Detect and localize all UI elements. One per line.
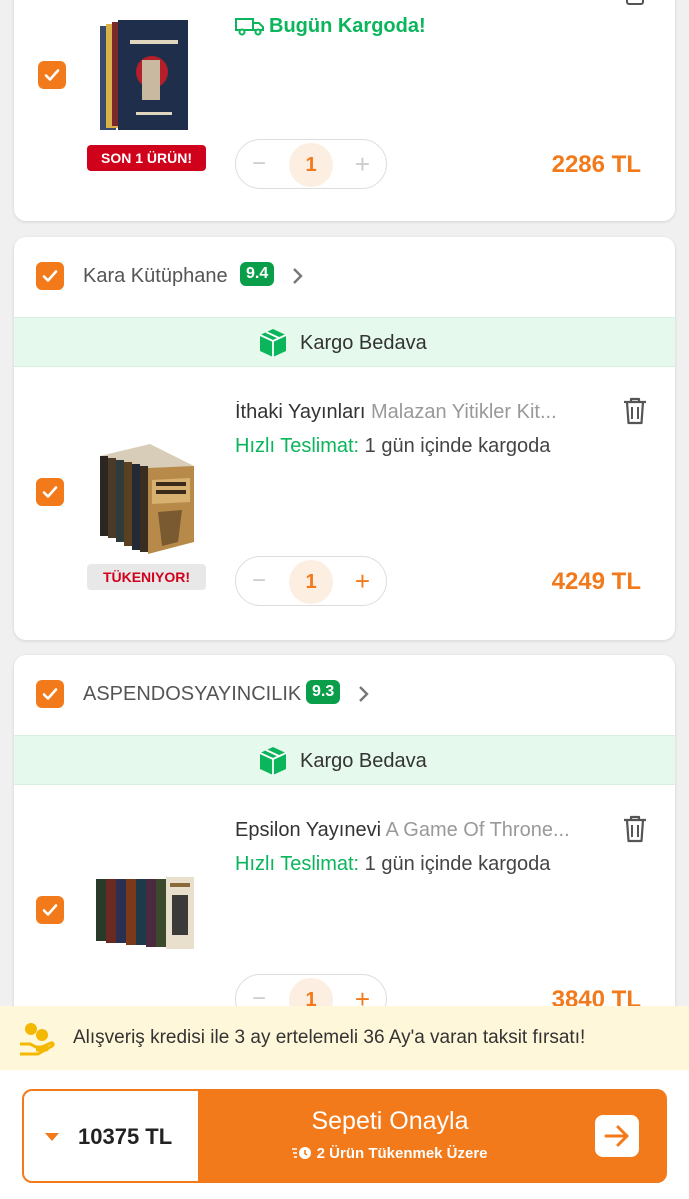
trash-icon[interactable] xyxy=(622,814,648,844)
chevron-right-icon[interactable] xyxy=(288,263,308,289)
confirm-cart-button[interactable]: Sepeti Onayla 2 Ürün Tükenmek Üzere xyxy=(198,1089,667,1183)
package-icon xyxy=(259,329,287,357)
delivery-label: Hızlı Teslimat: xyxy=(235,853,360,875)
checkout-bar: 10375 TL Sepeti Onayla 2 Ürün Tükenmek Ü… xyxy=(0,1070,689,1199)
seller-checkbox[interactable] xyxy=(36,680,64,708)
cart-total: 10375 TL xyxy=(78,1124,173,1149)
decrease-button[interactable]: − xyxy=(252,567,266,595)
check-icon xyxy=(42,904,58,916)
shipping-banner-label: Kargo Bedava xyxy=(300,332,427,354)
product-image[interactable] xyxy=(94,875,196,951)
shipping-note: Bugün Kargoda! xyxy=(235,15,426,38)
truck-icon xyxy=(235,18,264,36)
stock-badge: SON 1 ÜRÜN! xyxy=(87,145,206,171)
check-icon xyxy=(42,688,58,700)
quantity-value[interactable]: 1 xyxy=(289,143,333,187)
clock-icon xyxy=(292,1147,312,1159)
product-image[interactable] xyxy=(100,20,192,136)
item-price: 4249 TL xyxy=(551,568,641,595)
arrow-right-icon xyxy=(595,1115,639,1157)
seller-checkbox[interactable] xyxy=(36,262,64,290)
confirm-button-label: Sepeti Onayla xyxy=(311,1107,469,1135)
product-brand: Epsilon Yayınevi xyxy=(235,819,382,841)
seller-name[interactable]: Kara Kütüphane xyxy=(83,265,228,288)
chevron-right-icon[interactable] xyxy=(354,681,374,707)
item-checkbox[interactable] xyxy=(36,896,64,924)
check-icon xyxy=(44,69,60,81)
quantity-stepper: − 1 + xyxy=(235,556,387,606)
stock-warning: 2 Ürün Tükenmek Üzere xyxy=(198,1145,582,1162)
item-price: 2286 TL xyxy=(551,151,641,178)
free-shipping-banner: Kargo Bedava xyxy=(14,317,675,367)
delivery-text: 1 gün içinde kargoda xyxy=(364,853,551,875)
shipping-banner-label: Kargo Bedava xyxy=(300,750,427,772)
increase-button[interactable]: + xyxy=(355,567,370,595)
decrease-button[interactable]: − xyxy=(252,150,266,178)
product-name: A Game Of Throne... xyxy=(385,819,570,841)
caret-down-icon xyxy=(45,1133,59,1141)
product-brand: İthaki Yayınları xyxy=(235,401,366,423)
order-summary-toggle[interactable]: 10375 TL xyxy=(22,1089,202,1183)
check-icon xyxy=(42,486,58,498)
trash-icon[interactable] xyxy=(624,0,646,6)
delivery-info: Hızlı Teslimat: 1 gün içinde kargoda xyxy=(235,435,550,458)
delivery-label: Hızlı Teslimat: xyxy=(235,435,360,457)
quantity-stepper: − 1 + xyxy=(235,139,387,189)
cart-item-card-2: Kara Kütüphane 9.4 Kargo Bedava İthaki Y… xyxy=(14,237,675,640)
item-checkbox[interactable] xyxy=(36,478,64,506)
seller-name[interactable]: ASPENDOSYAYINCILIK xyxy=(83,683,301,706)
quantity-value[interactable]: 1 xyxy=(289,560,333,604)
increase-button[interactable]: + xyxy=(355,150,370,178)
product-title[interactable]: Epsilon Yayınevi A Game Of Throne... xyxy=(235,819,590,842)
free-shipping-banner: Kargo Bedava xyxy=(14,735,675,785)
package-icon xyxy=(259,747,287,775)
coins-hand-icon xyxy=(20,1023,55,1056)
stock-badge: TÜKENIYOR! xyxy=(87,564,206,590)
delivery-text: 1 gün içinde kargoda xyxy=(364,435,551,457)
delivery-info: Hızlı Teslimat: 1 gün içinde kargoda xyxy=(235,853,550,876)
seller-row: ASPENDOSYAYINCILIK 9.3 xyxy=(14,655,675,735)
product-image[interactable] xyxy=(98,442,196,556)
installment-promo-banner[interactable]: Alışveriş kredisi ile 3 ay ertelemeli 36… xyxy=(0,1006,689,1070)
seller-row: Kara Kütüphane 9.4 xyxy=(14,237,675,317)
item-checkbox[interactable] xyxy=(38,61,66,89)
cart-item-card-1: Bugün Kargoda! SON 1 ÜRÜN! − 1 + 2286 TL xyxy=(14,0,675,221)
stock-warning-text: 2 Ürün Tükenmek Üzere xyxy=(316,1145,488,1162)
seller-rating-badge: 9.4 xyxy=(240,262,275,286)
seller-rating-badge: 9.3 xyxy=(306,680,341,704)
check-icon xyxy=(42,270,58,282)
trash-icon[interactable] xyxy=(622,396,648,426)
promo-text: Alışveriş kredisi ile 3 ay ertelemeli 36… xyxy=(73,1027,586,1048)
product-title[interactable]: İthaki Yayınları Malazan Yitikler Kit... xyxy=(235,401,590,424)
product-name: Malazan Yitikler Kit... xyxy=(371,401,557,423)
